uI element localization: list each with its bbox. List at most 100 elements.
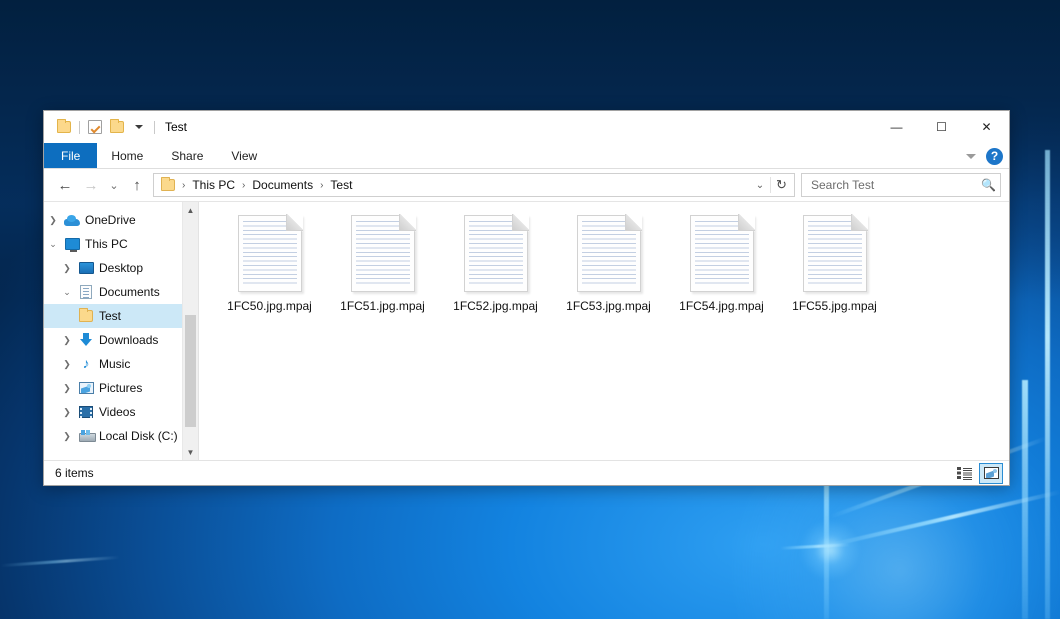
sidebar-item-label: Videos [96,405,135,419]
breadcrumb-item-documents[interactable]: Documents [250,178,315,192]
expander-icon[interactable]: ❯ [58,336,76,345]
sidebar-item-label: Test [96,309,121,323]
sidebar-item-this-pc[interactable]: ⌄ This PC [44,232,198,256]
window-controls: — ☐ ✕ [874,111,1009,143]
folder-icon [76,310,96,322]
list-item[interactable]: 1FC51.jpg.mpaj [326,212,439,320]
sidebar-item-label: Local Disk (C:) [96,429,178,443]
sidebar-item-label: OneDrive [82,213,136,227]
sidebar-item-label: Music [96,357,130,371]
tab-share[interactable]: Share [157,143,217,168]
sidebar-item-pictures[interactable]: ❯ Pictures [44,376,198,400]
address-tools: ⌄ ↻ [750,177,792,193]
refresh-icon[interactable]: ↻ [770,177,792,193]
file-name-label: 1FC50.jpg.mpaj [227,299,312,313]
item-count-label: 6 items [55,466,94,480]
list-item[interactable]: 1FC54.jpg.mpaj [665,212,778,320]
new-folder-icon[interactable] [106,116,128,138]
expander-icon[interactable]: ❯ [44,216,62,225]
generic-document-icon [351,215,415,292]
toolbar-divider-2 [154,121,155,134]
scroll-up-arrow-icon[interactable]: ▲ [183,202,198,218]
sidebar-item-label: This PC [82,237,128,251]
expander-icon[interactable]: ❯ [58,264,76,273]
breadcrumb[interactable]: › This PC › Documents › Test ⌄ ↻ [153,173,795,197]
breadcrumb-item-this-pc[interactable]: This PC [190,178,237,192]
sidebar-item-desktop[interactable]: ❯ Desktop [44,256,198,280]
back-button[interactable]: ← [52,173,78,197]
search-box[interactable]: 🔍 [801,173,1001,197]
disk-icon [76,430,96,442]
file-name-label: 1FC53.jpg.mpaj [566,299,651,313]
generic-document-icon [238,215,302,292]
generic-document-icon [577,215,641,292]
recent-locations-button[interactable]: ⌄ [104,173,124,197]
generic-document-icon [803,215,867,292]
properties-checkbox-icon[interactable] [84,116,106,138]
window-title: Test [165,120,187,134]
desktop: Test — ☐ ✕ File Home Share View ? ← → ⌄ … [0,0,1060,619]
file-tiles: 1FC50.jpg.mpaj 1FC51.jpg.mpaj [213,212,1009,320]
expander-icon[interactable]: ⌄ [44,240,62,249]
up-button[interactable]: ↑ [124,173,150,197]
sidebar-item-onedrive[interactable]: ❯ OneDrive [44,208,198,232]
sidebar-item-test[interactable]: Test [44,304,198,328]
search-icon[interactable]: 🔍 [978,178,996,192]
breadcrumb-separator-2[interactable]: › [315,180,328,191]
navigation-scrollbar[interactable]: ▲ ▼ [182,202,198,460]
status-bar: 6 items [44,460,1009,485]
expander-icon[interactable]: ❯ [58,432,76,441]
maximize-button[interactable]: ☐ [919,111,964,143]
close-button[interactable]: ✕ [964,111,1009,143]
expander-icon[interactable]: ❯ [58,384,76,393]
sidebar-item-downloads[interactable]: ❯ Downloads [44,328,198,352]
help-icon[interactable]: ? [986,148,1003,165]
tab-view[interactable]: View [217,143,271,168]
navigation-pane: ❯ OneDrive ⌄ This PC ❯ Desktop [44,202,199,460]
details-view-button[interactable] [952,463,976,484]
breadcrumb-separator-1[interactable]: › [237,180,250,191]
navigation-tree: ❯ OneDrive ⌄ This PC ❯ Desktop [44,202,198,448]
list-item[interactable]: 1FC53.jpg.mpaj [552,212,665,320]
cloud-icon [62,215,82,226]
list-item[interactable]: 1FC50.jpg.mpaj [213,212,326,320]
scrollbar-thumb[interactable] [185,315,196,427]
file-name-label: 1FC54.jpg.mpaj [679,299,764,313]
generic-document-icon [464,215,528,292]
sidebar-item-label: Desktop [96,261,143,275]
chevron-down-icon[interactable] [128,116,150,138]
quick-access-toolbar [44,116,159,138]
list-item[interactable]: 1FC55.jpg.mpaj [778,212,891,320]
forward-button[interactable]: → [78,173,104,197]
view-toggle-group [952,463,1003,484]
breadcrumb-item-test[interactable]: Test [328,178,354,192]
large-icons-view-button[interactable] [979,463,1003,484]
sidebar-item-music[interactable]: ❯ ♪ Music [44,352,198,376]
folder-icon[interactable] [53,116,75,138]
tab-file[interactable]: File [44,143,97,168]
sidebar-item-label: Downloads [96,333,158,347]
minimize-button[interactable]: — [874,111,919,143]
list-item[interactable]: 1FC52.jpg.mpaj [439,212,552,320]
tab-home[interactable]: Home [97,143,157,168]
search-input[interactable] [809,177,978,193]
file-list-view[interactable]: 1FC50.jpg.mpaj 1FC51.jpg.mpaj [199,202,1009,460]
sidebar-item-label: Documents [96,285,160,299]
file-name-label: 1FC52.jpg.mpaj [453,299,538,313]
documents-icon [76,285,96,299]
sidebar-item-videos[interactable]: ❯ Videos [44,400,198,424]
scroll-down-arrow-icon[interactable]: ▼ [183,444,198,460]
sidebar-item-local-disk-c[interactable]: ❯ Local Disk (C:) [44,424,198,448]
expand-ribbon-chevron-down-icon[interactable] [966,154,976,159]
file-name-label: 1FC51.jpg.mpaj [340,299,425,313]
explorer-body: ❯ OneDrive ⌄ This PC ❯ Desktop [44,201,1009,460]
expander-icon[interactable]: ⌄ [58,288,76,297]
address-history-chevron-down-icon[interactable]: ⌄ [750,180,770,191]
toolbar-divider [79,121,80,134]
expander-icon[interactable]: ❯ [58,360,76,369]
sidebar-item-documents[interactable]: ⌄ Documents [44,280,198,304]
music-icon: ♪ [76,357,96,371]
title-bar: Test — ☐ ✕ [44,111,1009,143]
monitor-icon [62,238,82,250]
expander-icon[interactable]: ❯ [58,408,76,417]
